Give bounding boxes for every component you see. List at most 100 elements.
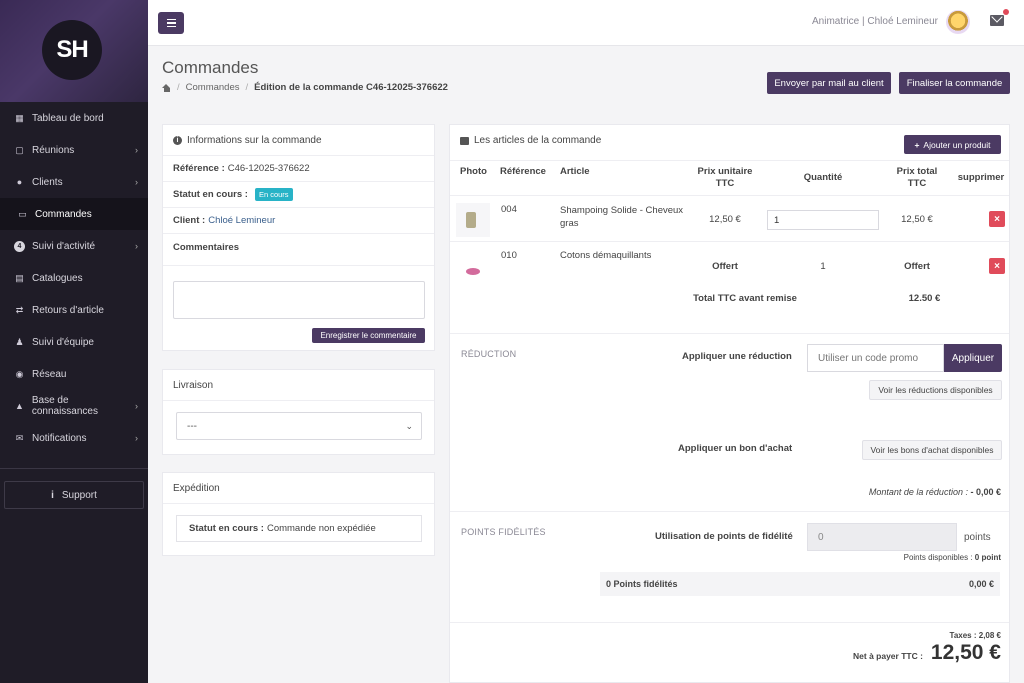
comments-label: Commentaires	[173, 242, 239, 253]
shipping-title: Expédition	[163, 473, 434, 504]
loyalty-usage-label: Utilisation de points de fidélité	[655, 531, 793, 542]
email-client-button[interactable]: Envoyer par mail au client	[767, 72, 891, 94]
status-row: Statut en cours : En cours	[163, 182, 434, 208]
promo-code-input[interactable]	[807, 344, 944, 372]
archive-icon	[460, 136, 469, 145]
close-icon: ×	[994, 260, 1000, 272]
client-link[interactable]: Chloé Lemineur	[208, 215, 275, 226]
see-reductions-button[interactable]: Voir les réductions disponibles	[869, 380, 1002, 400]
sidebar-item-label: Notifications	[32, 432, 87, 444]
loyalty-section-label: POINTS FIDÉLITÉS	[461, 527, 546, 537]
col-header-quantity: Quantité	[803, 172, 843, 183]
reduction-amount-label: Montant de la réduction :	[868, 487, 968, 497]
avatar[interactable]	[946, 10, 970, 34]
delete-row-button[interactable]: ×	[989, 211, 1005, 227]
shampoo-image	[466, 212, 476, 228]
globe-icon: ◉	[15, 368, 24, 379]
cotton-pad-image	[466, 268, 480, 275]
see-vouchers-button[interactable]: Voir les bons d'achat disponibles	[862, 440, 1002, 460]
articles-card: Les articles de la commande + Ajouter un…	[449, 124, 1010, 683]
taxes-label: Taxes :	[949, 631, 977, 640]
save-comment-button[interactable]: Enregistrer le commentaire	[312, 328, 425, 343]
col-header-unit-price: Prix unitaire TTC	[697, 166, 753, 189]
sidebar-item-suivi-activite[interactable]: 4 Suivi d'activité ›	[0, 230, 148, 262]
delete-row-button[interactable]: ×	[989, 258, 1005, 274]
order-info-header: i Informations sur la commande	[163, 125, 434, 156]
finalize-order-button[interactable]: Finaliser la commande	[899, 72, 1010, 94]
info-icon: i	[51, 489, 54, 501]
chevron-right-icon: ›	[135, 145, 138, 155]
add-product-button[interactable]: + Ajouter un produit	[904, 135, 1001, 154]
reference-value: C46-12025-376622	[227, 163, 310, 174]
order-info-card: i Informations sur la commande Référence…	[162, 124, 435, 351]
activity-count-badge: 4	[14, 240, 25, 252]
sidebar-item-base-connaissances[interactable]: ▲ Base de connaissances ›	[0, 390, 148, 422]
topbar: Animatrice | Chloé Lemineur	[148, 0, 1024, 46]
team-icon: ♟	[15, 336, 24, 347]
articles-title: Les articles de la commande	[474, 135, 602, 146]
chevron-right-icon: ›	[135, 241, 138, 251]
shipping-status-label: Statut en cours :	[189, 523, 264, 534]
breadcrumb: / Commandes / Édition de la commande C46…	[162, 82, 448, 93]
row-unit-price: Offert	[712, 261, 738, 272]
sidebar-item-label: Catalogues	[32, 272, 83, 284]
apply-reduction-label: Appliquer une réduction	[682, 351, 792, 362]
sidebar-item-retours[interactable]: ⇄ Retours d'article	[0, 294, 148, 326]
points-unit: points	[964, 532, 991, 543]
comment-textarea[interactable]	[173, 281, 425, 319]
reduction-amount: Montant de la réduction : - 0,00 €	[869, 487, 1001, 497]
delivery-title: Livraison	[163, 370, 434, 401]
breadcrumb-item-commandes[interactable]: Commandes	[186, 82, 240, 93]
sidebar-item-label: Base de connaissances	[31, 395, 98, 417]
row-unit-price: 12,50 €	[709, 214, 741, 225]
row-article: Cotons démaquillants	[560, 250, 652, 261]
client-label: Client :	[173, 215, 206, 226]
shipping-status-box: Statut en cours : Commande non expédiée	[176, 515, 422, 542]
home-icon[interactable]	[162, 83, 171, 92]
quantity-input[interactable]: 1	[767, 210, 879, 230]
apply-promo-button[interactable]: Appliquer	[944, 344, 1002, 372]
order-info-title: Informations sur la commande	[187, 134, 322, 146]
status-label: Statut en cours :	[173, 189, 248, 200]
brand-logo[interactable]: SH	[42, 20, 102, 80]
plus-icon: +	[914, 139, 920, 150]
comments-row: Commentaires	[163, 234, 434, 266]
menu-toggle-button[interactable]	[158, 12, 184, 34]
sidebar-item-commandes[interactable]: ▭ Commandes	[0, 198, 148, 230]
sidebar-item-reunions[interactable]: ▢ Réunions ›	[0, 134, 148, 166]
sidebar-item-notifications[interactable]: ✉ Notifications ›	[0, 422, 148, 454]
sidebar-item-reseau[interactable]: ◉ Réseau	[0, 358, 148, 390]
net-total-line: Net à payer TTC : 12,50 €	[853, 641, 1001, 665]
col-header-photo: Photo	[460, 166, 487, 177]
loyalty-summary-label: 0 Points fidélités	[606, 579, 678, 589]
shipping-status-value: Commande non expédiée	[266, 523, 376, 534]
user-label[interactable]: Animatrice | Chloé Lemineur	[812, 16, 938, 27]
subtotal-label: Total TTC avant remise	[693, 293, 797, 304]
card-icon: ▭	[18, 208, 27, 219]
points-available-label: Points disponibles :	[903, 553, 973, 562]
reference-row: Référence : C46-12025-376622	[163, 156, 434, 182]
delivery-select[interactable]: --- ⌄	[176, 412, 422, 440]
close-icon: ×	[994, 213, 1000, 225]
net-total-label: Net à payer TTC :	[853, 651, 923, 661]
exchange-icon: ⇄	[15, 304, 24, 315]
sidebar: SH ▦ Tableau de bord ▢ Réunions › ● Clie…	[0, 0, 148, 683]
sidebar-item-clients[interactable]: ● Clients ›	[0, 166, 148, 198]
reference-label: Référence :	[173, 163, 225, 174]
sidebar-item-catalogues[interactable]: ▤ Catalogues	[0, 262, 148, 294]
sidebar-item-suivi-equipe[interactable]: ♟ Suivi d'équipe	[0, 326, 148, 358]
sidebar-header: SH	[0, 0, 148, 102]
loyalty-points-input[interactable]: 0	[807, 523, 957, 551]
client-row: Client : Chloé Lemineur	[163, 208, 434, 234]
mail-icon[interactable]	[990, 15, 1004, 26]
row-total: 12,50 €	[901, 214, 933, 225]
support-button[interactable]: i Support	[4, 481, 144, 509]
users-icon: ●	[16, 177, 23, 187]
row-article: Shampoing Solide - Cheveux gras	[560, 205, 684, 229]
reduction-section-label: RÉDUCTION	[461, 349, 517, 359]
sidebar-item-tableau-de-bord[interactable]: ▦ Tableau de bord	[0, 102, 148, 134]
taxes-line: Taxes : 2,08 €	[950, 631, 1001, 640]
sidebar-item-label: Réunions	[32, 144, 75, 156]
page-title: Commandes	[162, 58, 259, 77]
delivery-card: Livraison --- ⌄	[162, 369, 435, 455]
